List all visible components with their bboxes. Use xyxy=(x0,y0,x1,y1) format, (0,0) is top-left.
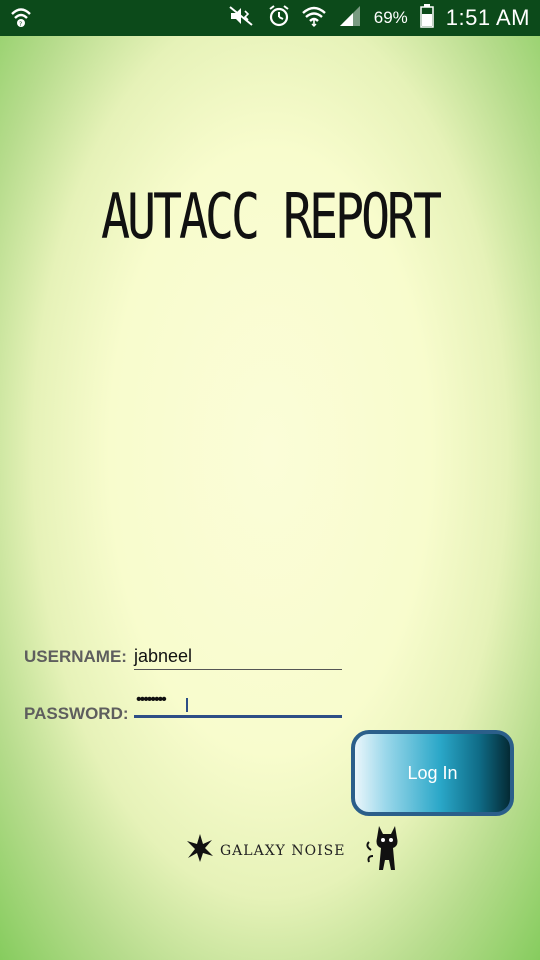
brand-logo: GALAXY NOISE xyxy=(186,820,409,881)
signal-icon xyxy=(338,5,362,32)
text-cursor xyxy=(186,698,188,712)
wifi-question-icon: ? xyxy=(10,6,32,33)
login-screen: ? 69% 1:51 AM AUTACC REPORT USERNAME: ja… xyxy=(0,0,540,960)
app-title: AUTACC REPORT xyxy=(101,180,442,253)
password-input[interactable]: •••••••• xyxy=(134,691,342,718)
battery-percent: 69% xyxy=(373,8,408,27)
cat-icon xyxy=(365,820,409,881)
star-icon xyxy=(186,832,214,869)
status-bar: ? 69% 1:51 AM xyxy=(0,0,540,36)
username-label: USERNAME: xyxy=(24,647,127,666)
login-button[interactable]: Log In xyxy=(351,730,514,816)
username-input[interactable]: jabneel xyxy=(134,642,342,670)
battery-icon xyxy=(420,3,434,33)
password-masked-value: •••••••• xyxy=(136,691,167,708)
clock: 1:51 AM xyxy=(445,5,530,30)
brand-name: GALAXY NOISE xyxy=(220,842,346,859)
mute-icon xyxy=(228,5,256,32)
svg-text:?: ? xyxy=(19,21,22,28)
wifi-icon xyxy=(301,5,326,32)
password-label: PASSWORD: xyxy=(24,704,129,723)
alarm-icon xyxy=(268,4,290,32)
